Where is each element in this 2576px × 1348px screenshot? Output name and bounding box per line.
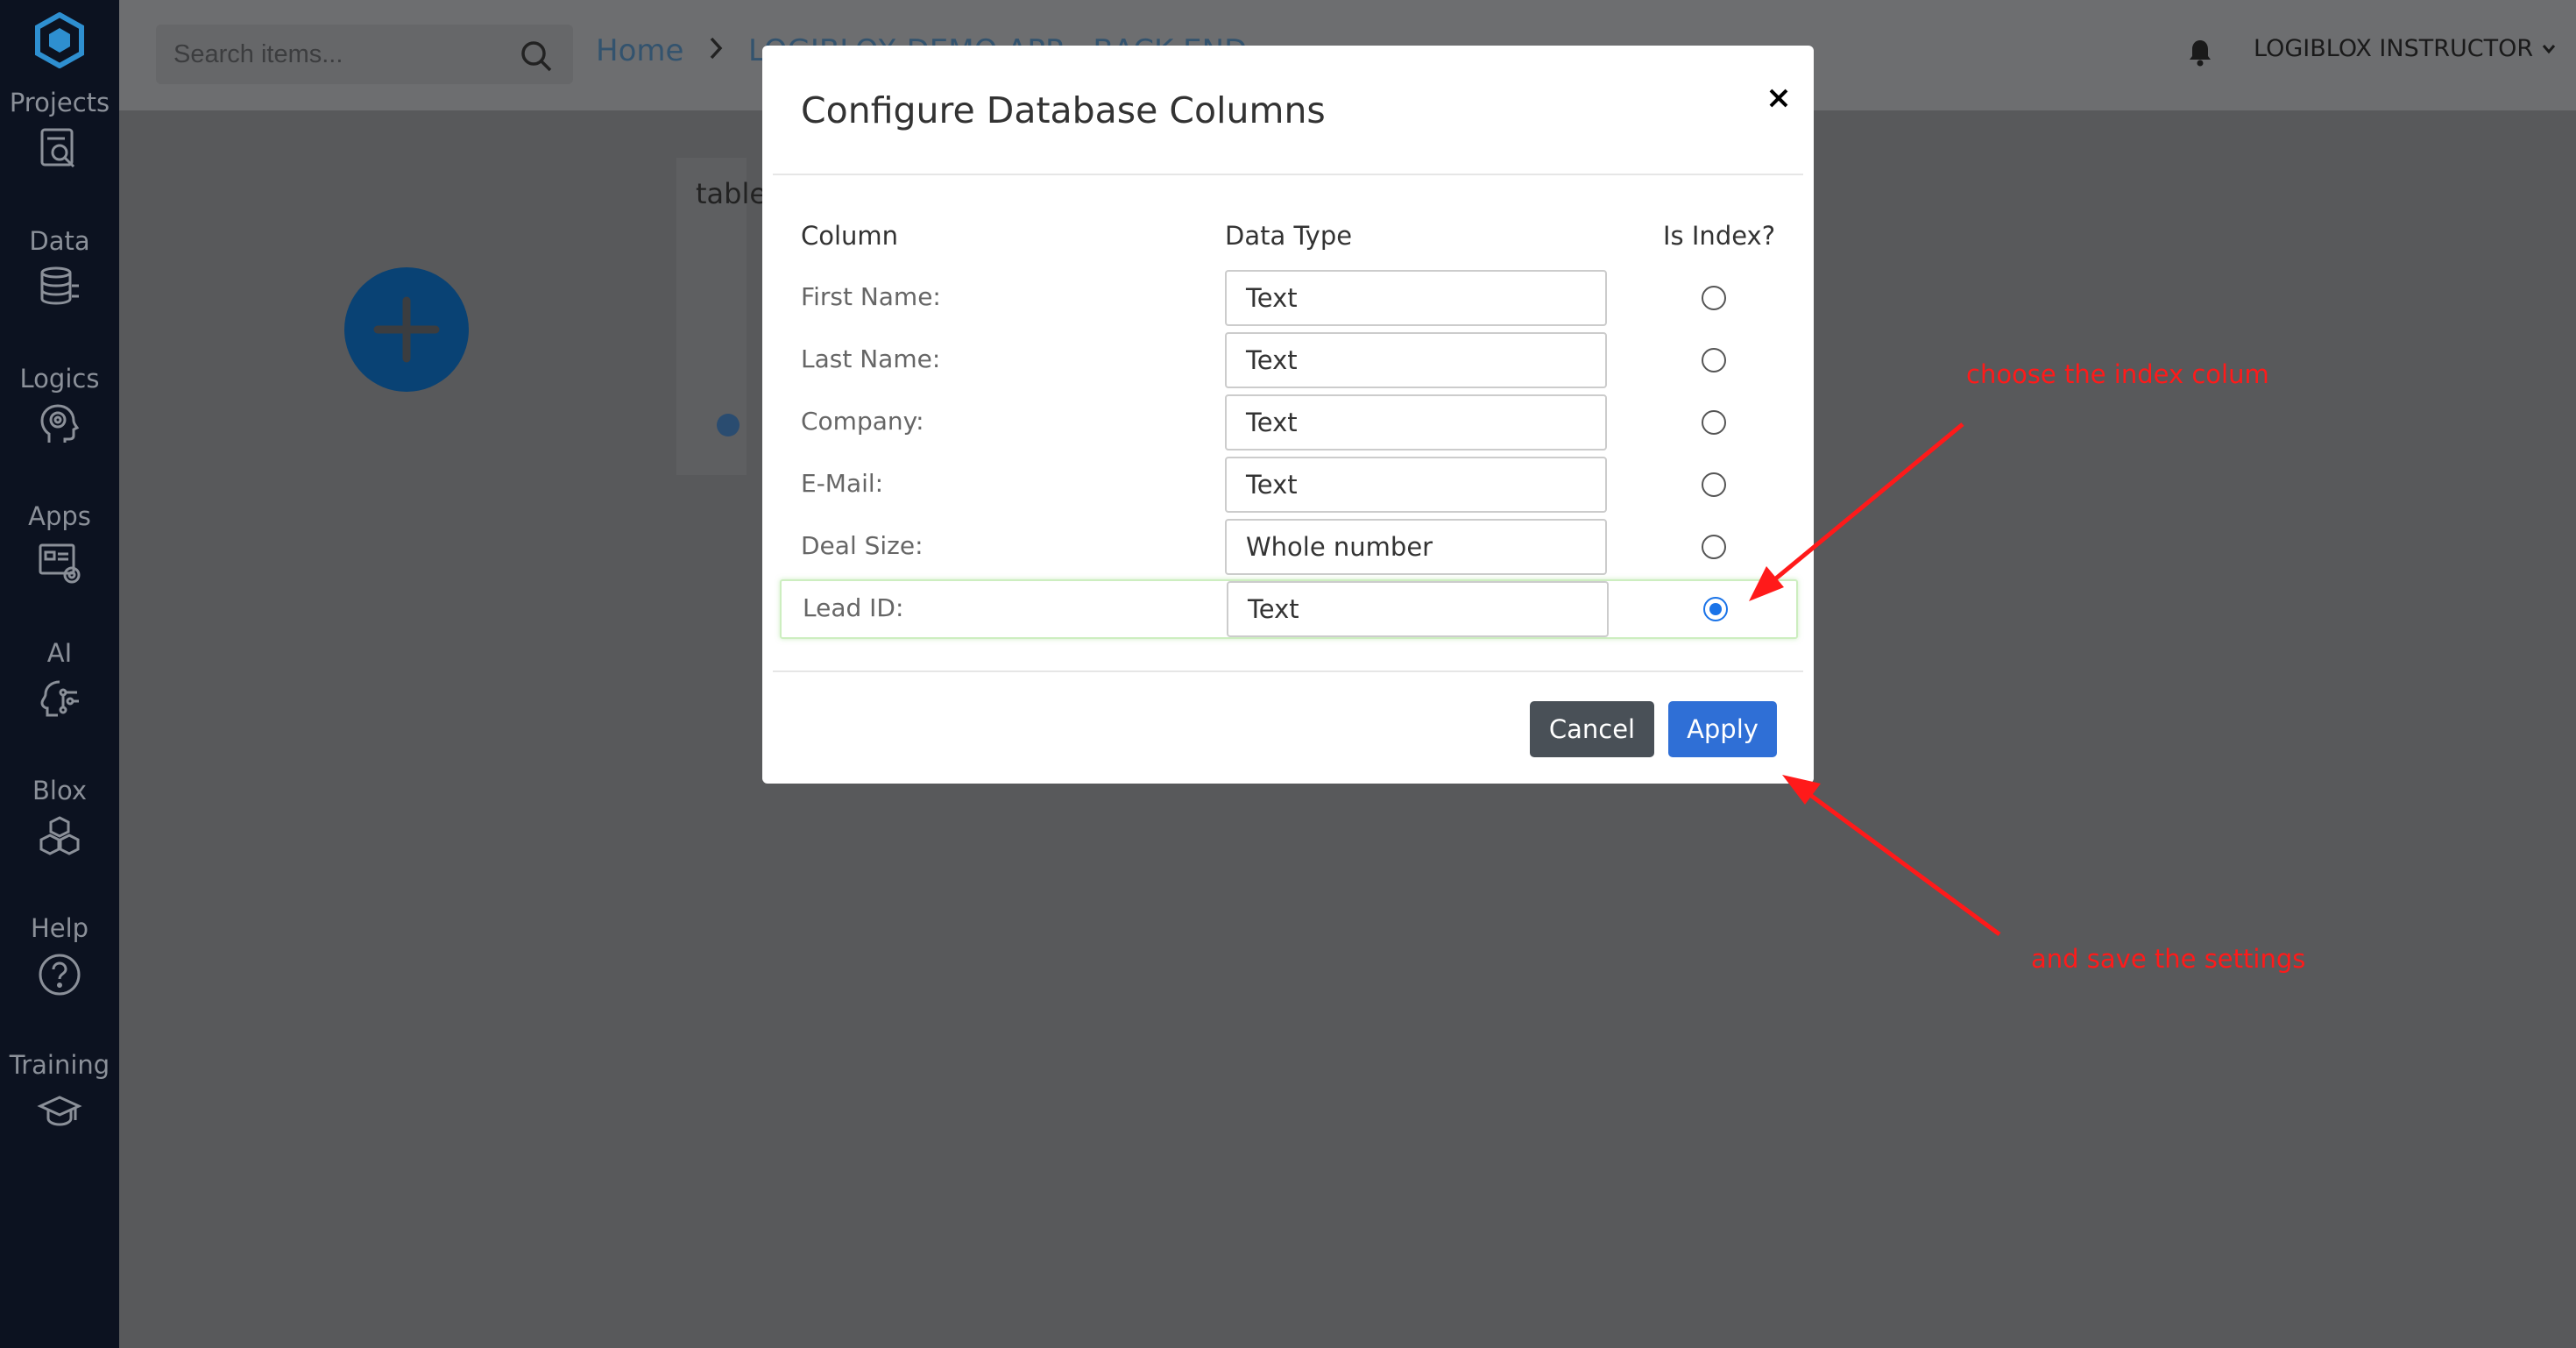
data-type-field[interactable]: Text bbox=[1225, 457, 1607, 513]
column-label: E-Mail: bbox=[801, 469, 884, 498]
sidebar-item-label: Training bbox=[9, 1050, 110, 1080]
column-label: Company: bbox=[801, 407, 924, 436]
plus-icon bbox=[373, 296, 440, 363]
header-divider bbox=[773, 174, 1803, 175]
data-type-field[interactable]: Text bbox=[1225, 394, 1607, 451]
column-label: Last Name: bbox=[801, 344, 941, 373]
column-label: Deal Size: bbox=[801, 531, 924, 560]
logiblox-logo bbox=[35, 12, 84, 68]
sidebar-item-help[interactable]: Help bbox=[0, 913, 119, 997]
search-input[interactable] bbox=[173, 25, 506, 84]
chevron-down-icon bbox=[2542, 44, 2556, 53]
is-index-radio[interactable] bbox=[1702, 535, 1726, 559]
column-row: E-Mail: Text bbox=[780, 457, 1798, 513]
cubes-icon bbox=[39, 816, 80, 855]
sidebar-item-logics[interactable]: Logics bbox=[0, 364, 119, 448]
graduation-cap-icon bbox=[37, 1096, 82, 1126]
sidebar-item-data[interactable]: Data bbox=[0, 226, 119, 310]
modal-title: Configure Database Columns bbox=[801, 89, 1326, 131]
sidebar-item-label: Projects bbox=[9, 88, 110, 117]
is-index-radio[interactable] bbox=[1702, 410, 1726, 435]
sidebar-item-label: Apps bbox=[28, 501, 91, 531]
data-type-field[interactable]: Text bbox=[1225, 270, 1607, 326]
sidebar-item-label: Logics bbox=[19, 364, 100, 394]
is-index-radio[interactable] bbox=[1702, 286, 1726, 310]
info-icon[interactable] bbox=[717, 414, 740, 436]
projects-icon bbox=[40, 128, 75, 168]
breadcrumb-home[interactable]: Home bbox=[596, 33, 683, 68]
close-icon bbox=[1769, 89, 1788, 108]
column-label: First Name: bbox=[801, 282, 941, 311]
column-row: First Name: Text bbox=[780, 270, 1798, 326]
table-card-title: table bbox=[696, 177, 768, 210]
is-index-radio[interactable] bbox=[1702, 472, 1726, 497]
is-index-radio-checked[interactable] bbox=[1703, 597, 1728, 621]
annotation-choose-index: choose the index colum bbox=[1966, 359, 2269, 389]
close-button[interactable] bbox=[1761, 81, 1796, 116]
database-icon bbox=[40, 266, 79, 305]
is-index-radio[interactable] bbox=[1702, 348, 1726, 372]
cancel-button[interactable]: Cancel bbox=[1530, 701, 1654, 757]
user-name: LOGIBLOX INSTRUCTOR bbox=[2254, 35, 2534, 62]
data-type-field[interactable]: Whole number bbox=[1225, 519, 1607, 575]
search-box bbox=[156, 25, 573, 84]
footer-divider bbox=[773, 670, 1803, 672]
sidebar-item-label: AI bbox=[46, 638, 73, 668]
data-type-field[interactable]: Text bbox=[1227, 581, 1609, 637]
annotation-save-settings: and save the settings bbox=[2031, 944, 2306, 974]
sidebar-item-ai[interactable]: AI bbox=[0, 638, 119, 722]
sidebar-item-label: Blox bbox=[32, 776, 87, 805]
sidebar-item-label: Data bbox=[29, 226, 90, 256]
arrow-to-apply-button bbox=[1782, 775, 2001, 937]
column-header-column: Column bbox=[801, 221, 899, 251]
apply-button[interactable]: Apply bbox=[1668, 701, 1777, 757]
help-icon bbox=[39, 954, 81, 996]
bell-icon[interactable] bbox=[2187, 39, 2213, 67]
column-row-selected: Lead ID: Text bbox=[780, 579, 1798, 639]
chevron-right-icon bbox=[710, 37, 723, 60]
sidebar-item-blox[interactable]: Blox bbox=[0, 776, 119, 860]
column-row: Company: Text bbox=[780, 394, 1798, 451]
brain-icon bbox=[40, 404, 80, 443]
ai-icon bbox=[40, 680, 79, 717]
sidebar-item-apps[interactable]: Apps bbox=[0, 501, 119, 585]
add-table-button[interactable] bbox=[344, 267, 469, 392]
column-header-data-type: Data Type bbox=[1225, 221, 1353, 251]
column-row: Deal Size: Whole number bbox=[780, 519, 1798, 575]
sidebar: Projects Data Logics Apps AI Blox Help T… bbox=[0, 0, 119, 1348]
column-label: Lead ID: bbox=[803, 593, 904, 622]
search-icon[interactable] bbox=[519, 39, 554, 74]
configure-columns-modal: Configure Database Columns Column Data T… bbox=[762, 46, 1814, 784]
user-menu[interactable]: LOGIBLOX INSTRUCTOR bbox=[2254, 35, 2558, 62]
data-type-field[interactable]: Text bbox=[1225, 332, 1607, 388]
column-header-is-index: Is Index? bbox=[1663, 221, 1776, 251]
sidebar-item-label: Help bbox=[30, 913, 89, 943]
sidebar-item-projects[interactable]: Projects bbox=[0, 88, 119, 172]
apps-icon bbox=[39, 543, 81, 584]
sidebar-item-training[interactable]: Training bbox=[0, 1050, 119, 1134]
column-row: Last Name: Text bbox=[780, 332, 1798, 388]
